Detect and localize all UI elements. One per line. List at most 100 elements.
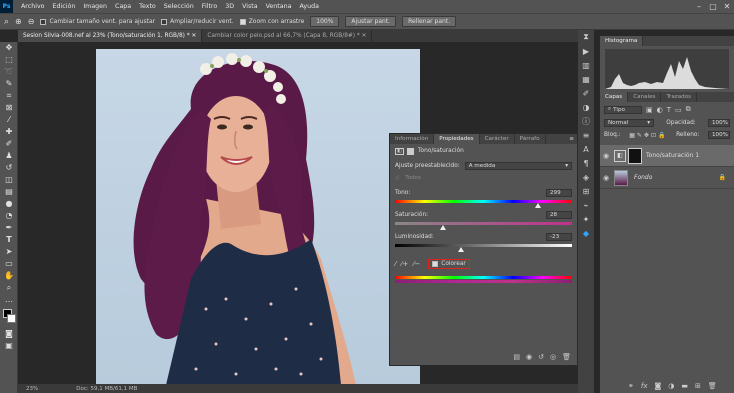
tab-caracter[interactable]: Carácter xyxy=(480,134,515,144)
blend-mode-select[interactable]: Normal ▾ xyxy=(604,119,654,127)
maximize-button[interactable]: ▢ xyxy=(706,0,720,13)
menu-seleccion[interactable]: Selección xyxy=(164,3,194,10)
menu-edicion[interactable]: Edición xyxy=(53,3,76,10)
hue-slider[interactable] xyxy=(395,200,572,208)
layer-name[interactable]: Fondo xyxy=(634,174,719,181)
close-tab-icon[interactable]: ✕ xyxy=(192,33,197,39)
screen-mode-icon[interactable]: ▣ xyxy=(0,340,18,352)
trash-icon[interactable]: 🗑 xyxy=(562,353,571,361)
fill-screen-button[interactable]: Rellenar pant. xyxy=(402,16,457,27)
hue-input[interactable]: 299 xyxy=(546,189,572,197)
tab-histograma[interactable]: Histograma xyxy=(600,36,644,46)
eyedropper-tool-icon[interactable]: ⁄ xyxy=(0,114,18,126)
menu-ventana[interactable]: Ventana xyxy=(266,3,292,10)
healing-brush-icon[interactable]: ✚ xyxy=(0,126,18,138)
zoom-all-windows-checkbox[interactable]: Ampliar/reducir vent. xyxy=(161,18,234,25)
info-panel-icon[interactable]: ⓘ xyxy=(578,114,594,128)
menu-texto[interactable]: Texto xyxy=(139,3,156,10)
layer-kind-select[interactable]: ⌕ Tipo xyxy=(604,105,642,114)
paths-panel-icon[interactable]: ⌁ xyxy=(578,198,594,212)
properties-panel-icon[interactable]: ≡ xyxy=(578,128,594,142)
character-panel-icon[interactable]: A xyxy=(578,142,594,156)
layers-panel-icon[interactable]: ◈ xyxy=(578,170,594,184)
saturation-slider[interactable] xyxy=(395,222,572,230)
clone-stamp-icon[interactable]: ♟ xyxy=(0,150,18,162)
gradient-tool-icon[interactable]: ▤ xyxy=(0,186,18,198)
menu-ayuda[interactable]: Ayuda xyxy=(299,3,318,10)
color-panel-icon[interactable]: ◆ xyxy=(578,226,594,240)
brushes-panel-icon[interactable]: ✐ xyxy=(578,86,594,100)
luminosity-input[interactable]: -23 xyxy=(546,233,572,241)
swatches-panel-icon[interactable]: ▦ xyxy=(578,72,594,86)
fill-input[interactable]: 100% xyxy=(707,131,730,139)
background-color-swatch[interactable] xyxy=(7,314,16,323)
type-tool-icon[interactable]: T xyxy=(0,234,18,246)
quick-select-tool-icon[interactable]: ✎ xyxy=(0,78,18,90)
add-mask-icon[interactable]: ◙ xyxy=(654,382,661,390)
tab-capas[interactable]: Capas xyxy=(600,92,629,102)
filter-shape-icon[interactable]: ▭ xyxy=(675,106,682,114)
visibility-icon[interactable]: ◎ xyxy=(550,353,556,361)
menu-3d[interactable]: 3D xyxy=(225,3,234,10)
saturation-input[interactable]: 28 xyxy=(546,211,572,219)
history-brush-icon[interactable]: ↺ xyxy=(0,162,18,174)
tab-parrafo[interactable]: Párrafo xyxy=(515,134,546,144)
channels-panel-icon[interactable]: ⊞ xyxy=(578,184,594,198)
dodge-tool-icon[interactable]: ◔ xyxy=(0,210,18,222)
saturation-slider-thumb[interactable] xyxy=(440,225,447,230)
colorize-checkbox[interactable]: Colorear xyxy=(428,259,470,269)
fx-icon[interactable]: fx xyxy=(641,382,648,390)
paragraph-panel-icon[interactable]: ¶ xyxy=(578,156,594,170)
styles-panel-icon[interactable]: ✦ xyxy=(578,212,594,226)
eye-icon[interactable]: ◉ xyxy=(600,152,612,160)
trash-icon[interactable]: 🗑 xyxy=(708,382,717,390)
menu-filtro[interactable]: Filtro xyxy=(202,3,217,10)
eyedropper-icon[interactable]: ⁄ xyxy=(395,260,396,268)
actions-panel-icon[interactable]: ▶ xyxy=(578,44,594,58)
zoom-tool-icon[interactable]: ⌕ xyxy=(4,17,9,27)
layer-name[interactable]: Tono/saturación 1 xyxy=(646,152,699,159)
brush-tool-icon[interactable]: ✐ xyxy=(0,138,18,150)
menu-imagen[interactable]: Imagen xyxy=(83,3,107,10)
menu-vista[interactable]: Vista xyxy=(242,3,258,10)
lasso-tool-icon[interactable]: ➰ xyxy=(0,66,18,78)
eye-icon[interactable]: ◉ xyxy=(600,174,612,182)
frame-tool-icon[interactable]: ⊠ xyxy=(0,102,18,114)
colorize-check[interactable] xyxy=(432,261,439,267)
view-previous-icon[interactable]: ◉ xyxy=(526,353,532,361)
zoom-level[interactable]: 23% xyxy=(18,386,46,392)
luminosity-slider-thumb[interactable] xyxy=(458,247,465,252)
blur-tool-icon[interactable]: ● xyxy=(0,198,18,210)
tab-informacion[interactable]: Información xyxy=(390,134,435,144)
tab-canales[interactable]: Canales xyxy=(628,92,662,102)
tab-sesion-silvia[interactable]: Sesion Silvia-008.nef al 23% (Tono/satur… xyxy=(18,30,203,42)
minimize-button[interactable]: – xyxy=(692,0,706,13)
layer-row[interactable]: ◉ ◧ Tono/saturación 1 xyxy=(600,145,734,167)
scrubby-zoom-checkbox[interactable]: Zoom con arrastre xyxy=(239,18,304,25)
zoom-out-icon[interactable]: ⊖ xyxy=(28,17,35,26)
eyedropper-minus-icon[interactable]: ⁄− xyxy=(413,260,420,268)
eraser-tool-icon[interactable]: ◫ xyxy=(0,174,18,186)
layer-row[interactable]: ◉ Fondo 🔒 xyxy=(600,167,734,189)
fit-screen-button[interactable]: Ajustar pant. xyxy=(345,16,397,27)
eyedropper-plus-icon[interactable]: ⁄+ xyxy=(401,260,408,268)
adjustments-panel-icon[interactable]: ◑ xyxy=(578,100,594,114)
close-tab-icon[interactable]: ✕ xyxy=(362,33,367,39)
path-select-icon[interactable]: ➤ xyxy=(0,246,18,258)
libraries-panel-icon[interactable]: ▥ xyxy=(578,58,594,72)
rectangle-tool-icon[interactable]: ▭ xyxy=(0,258,18,270)
menu-capa[interactable]: Capa xyxy=(115,3,131,10)
history-panel-icon[interactable]: ⧗ xyxy=(578,30,594,44)
crop-tool-icon[interactable]: ⌗ xyxy=(0,90,18,102)
zoom-in-icon[interactable]: ⊕ xyxy=(15,17,22,26)
panel-menu-icon[interactable]: ≡ xyxy=(569,136,577,142)
marquee-tool-icon[interactable]: ⬚ xyxy=(0,54,18,66)
tab-cambiar-color[interactable]: Cambiar color pelo.psd al 66,7% (Capa 8,… xyxy=(202,30,373,42)
pen-tool-icon[interactable]: ✒ xyxy=(0,222,18,234)
filter-pixel-icon[interactable]: ▣ xyxy=(646,106,653,114)
zoom-100-button[interactable]: 100% xyxy=(310,16,340,27)
link-icon[interactable]: ⚭ xyxy=(628,382,634,390)
new-adjustment-icon[interactable]: ◑ xyxy=(668,382,674,390)
clip-to-layer-icon[interactable]: ▤ xyxy=(513,353,520,361)
reset-icon[interactable]: ↺ xyxy=(538,353,544,361)
